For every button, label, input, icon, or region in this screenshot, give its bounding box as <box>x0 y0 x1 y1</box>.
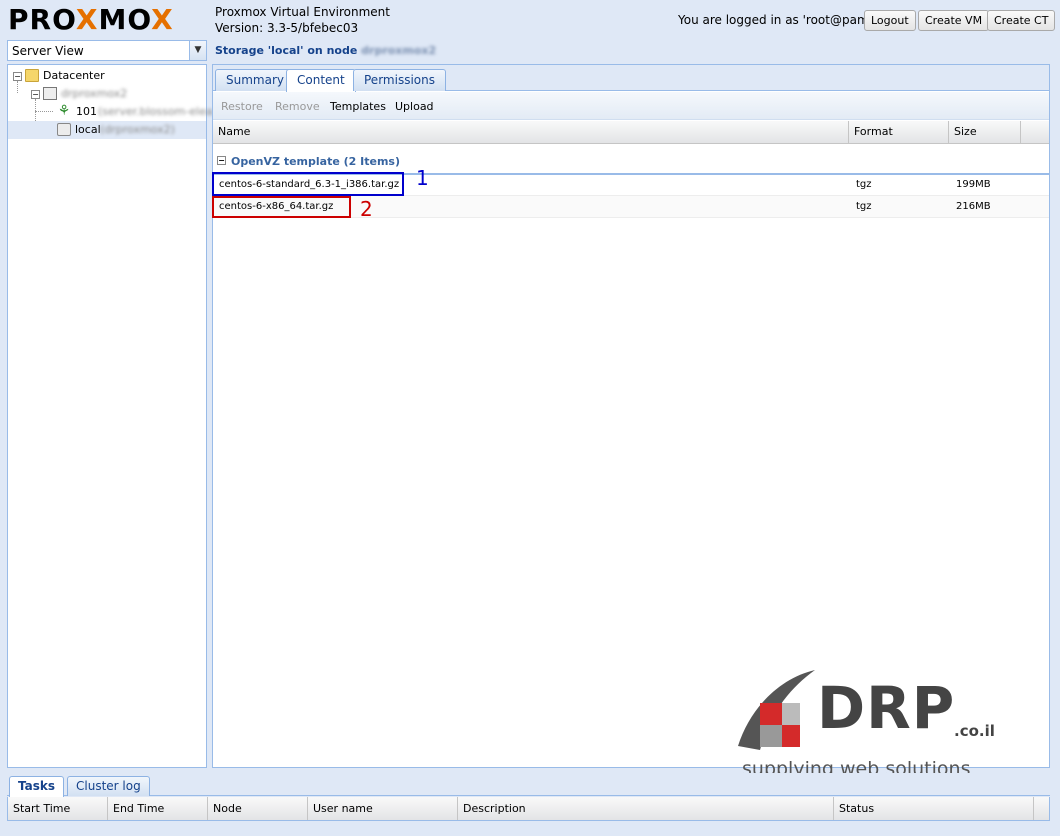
chevron-down-icon[interactable]: ▼ <box>189 41 206 60</box>
tab-permissions[interactable]: Permissions <box>353 69 446 91</box>
column-header-size[interactable]: Size <box>949 121 1021 143</box>
grid-header: Name Format Size <box>213 121 1049 144</box>
container-icon: ⚘ <box>57 103 71 119</box>
proxmox-logo: PROXMOX <box>8 3 174 36</box>
bottom-tab-strip: Tasks Cluster log <box>7 773 1050 797</box>
annotation-number-1: 1 <box>416 166 429 190</box>
server-view-value: Server View <box>12 44 84 58</box>
cell-size: 199MB <box>956 179 991 190</box>
tree-item-storage[interactable]: local (drproxmox2) <box>8 121 206 139</box>
logged-in-text: You are logged in as 'root@pam' <box>678 13 872 27</box>
toolbar: Restore Remove Templates Upload <box>213 92 1049 120</box>
annotation-number-2: 2 <box>360 197 373 221</box>
column-header-status[interactable]: Status <box>834 797 1034 820</box>
tree-item-node-label: (drproxmox2) <box>100 123 175 136</box>
tab-content[interactable]: Content <box>286 69 356 92</box>
create-ct-button[interactable]: Create CT <box>987 10 1056 31</box>
tasks-grid-header: Start Time End Time Node User name Descr… <box>7 797 1050 821</box>
tab-summary[interactable]: Summary <box>215 69 295 91</box>
tab-strip: Summary Content Permissions <box>213 65 1049 92</box>
tab-cluster-log[interactable]: Cluster log <box>67 776 150 796</box>
tree-item-label: (server.blossom-elea... <box>98 105 224 118</box>
drp-watermark: DRP .co.il supplying web solutions <box>722 650 997 780</box>
create-vm-button[interactable]: Create VM <box>918 10 990 31</box>
group-label: OpenVZ template (2 Items) <box>231 155 400 168</box>
column-header-end-time[interactable]: End Time <box>108 797 208 820</box>
folder-icon <box>25 69 39 82</box>
storage-icon <box>57 123 71 136</box>
tree-item-container[interactable]: ⚘ 101 (server.blossom-elea... <box>8 103 223 121</box>
resource-tree: − Datacenter − drproxmox2 ⚘ 101 (server.… <box>7 64 223 768</box>
collapse-icon[interactable]: − <box>217 156 226 165</box>
cell-format: tgz <box>856 179 872 190</box>
collapse-icon[interactable]: − <box>13 72 22 81</box>
server-view-select[interactable]: Server View ▼ <box>7 40 207 61</box>
header: PROXMOX Proxmox Virtual Environment Vers… <box>0 0 1060 40</box>
collapse-icon[interactable]: − <box>31 90 40 99</box>
restore-button[interactable]: Restore <box>221 100 263 113</box>
tasks-panel: Tasks Cluster log Start Time End Time No… <box>7 773 1050 831</box>
annotation-box-2 <box>212 196 351 218</box>
app-title: Proxmox Virtual Environment <box>215 5 390 19</box>
logout-button[interactable]: Logout <box>864 10 916 31</box>
watermark-brand: DRP <box>817 674 956 742</box>
tree-item-id: 101 <box>76 105 97 118</box>
storage-title: Storage 'local' on node drproxmox2 <box>215 44 437 57</box>
cell-size: 216MB <box>956 201 991 212</box>
templates-button[interactable]: Templates <box>330 100 386 113</box>
tree-item-label: Datacenter <box>43 69 105 82</box>
drp-logo-icon <box>738 670 815 750</box>
tree-item-datacenter[interactable]: − Datacenter <box>8 67 206 85</box>
column-header-format[interactable]: Format <box>849 121 949 143</box>
column-header-start-time[interactable]: Start Time <box>8 797 108 820</box>
column-header-user-name[interactable]: User name <box>308 797 458 820</box>
tree-item-label: local <box>75 123 101 136</box>
tab-tasks[interactable]: Tasks <box>9 776 65 797</box>
column-header-name[interactable]: Name <box>213 121 849 143</box>
annotation-box-1 <box>212 172 404 196</box>
app-version: Version: 3.3-5/bfebec03 <box>215 21 359 35</box>
watermark-domain: .co.il <box>954 722 995 740</box>
server-icon <box>43 87 57 100</box>
column-header-node[interactable]: Node <box>208 797 308 820</box>
upload-button[interactable]: Upload <box>395 100 434 113</box>
remove-button[interactable]: Remove <box>275 100 320 113</box>
tree-item-label: drproxmox2 <box>61 87 128 100</box>
column-header-description[interactable]: Description <box>458 797 834 820</box>
tree-item-node[interactable]: − drproxmox2 <box>8 85 206 103</box>
cell-format: tgz <box>856 201 872 212</box>
